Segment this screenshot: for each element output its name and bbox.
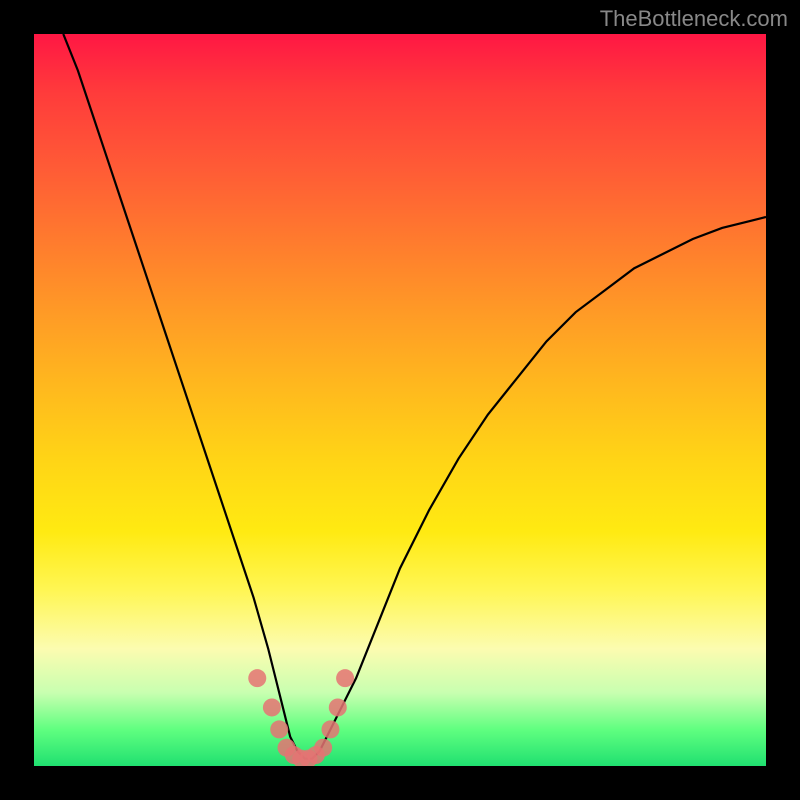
marker-point [314,739,332,757]
chart-svg [34,34,766,766]
marker-point [270,720,288,738]
bottleneck-curve [63,34,766,759]
marker-point [248,669,266,687]
plot-area [34,34,766,766]
marker-point [336,669,354,687]
marker-point [321,720,339,738]
marker-point [329,698,347,716]
chart-container: TheBottleneck.com [0,0,800,800]
watermark-text: TheBottleneck.com [600,6,788,32]
marker-point [263,698,281,716]
highlight-markers [248,669,354,766]
